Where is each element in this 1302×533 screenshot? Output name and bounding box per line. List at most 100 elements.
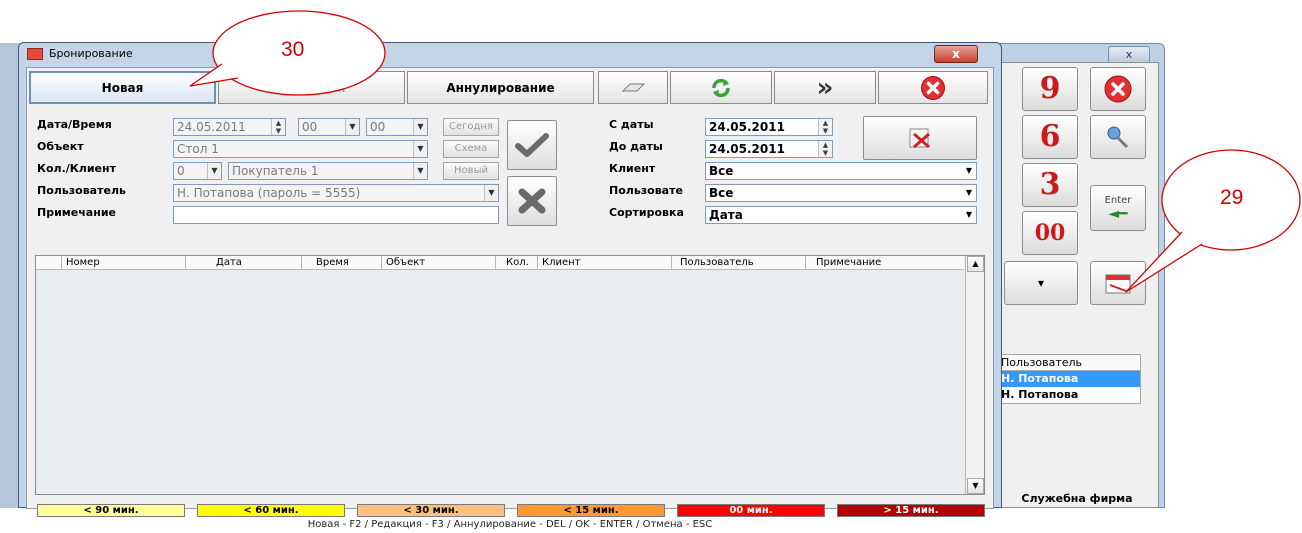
grid-col-user[interactable]: Пользователь xyxy=(672,256,806,270)
grid-col-time[interactable]: Время xyxy=(302,256,382,270)
qty-client-label: Кол./Клиент xyxy=(37,162,116,175)
cross-icon xyxy=(518,188,546,214)
next-button[interactable]: » xyxy=(774,71,876,104)
client-field[interactable]: Покупатель 1 ▼ xyxy=(228,162,428,180)
legend-over-15: > 15 мин. xyxy=(837,504,985,517)
callout-30-bubble xyxy=(189,10,386,96)
grid-col-qty[interactable]: Кол. xyxy=(496,256,538,270)
minute-field[interactable]: 00 ▼ xyxy=(366,118,428,136)
scheme-button[interactable]: Схема xyxy=(443,140,499,158)
filter-client-select[interactable]: Все ▼ xyxy=(705,162,977,180)
note-label: Примечание xyxy=(37,206,116,219)
user-table-row[interactable]: Н. Потапова xyxy=(998,387,1140,403)
keypad-9-label: 9 xyxy=(1039,71,1061,106)
chevron-down-icon[interactable]: ▼ xyxy=(413,141,427,157)
app-icon xyxy=(27,48,43,60)
to-date-field[interactable]: 24.05.2011 ▲ ▼ xyxy=(705,140,833,158)
company-status: Служебна фирма xyxy=(1021,492,1133,505)
to-date-spin[interactable]: ▲ ▼ xyxy=(818,141,832,157)
date-value: 24.05.2011 xyxy=(177,120,246,134)
cancel-button-bg[interactable] xyxy=(1090,67,1146,111)
keypad-3-button[interactable]: 3 xyxy=(1022,163,1078,207)
chevron-down-icon[interactable]: ▼ xyxy=(413,163,427,179)
callout-29-bubble xyxy=(1125,149,1301,293)
hour-field[interactable]: 00 ▼ xyxy=(298,118,360,136)
grid-col-object[interactable]: Объект xyxy=(382,256,496,270)
object-field[interactable]: Стол 1 ▼ xyxy=(173,140,428,158)
grid-col-date[interactable]: Дата xyxy=(186,256,302,270)
checkmark-icon xyxy=(515,133,549,157)
legend-15: < 15 мин. xyxy=(517,504,665,517)
clear-filter-button[interactable] xyxy=(863,116,977,160)
from-date-label: С даты xyxy=(609,118,654,131)
callout-29: 29 xyxy=(1220,186,1244,209)
today-button[interactable]: Сегодня xyxy=(443,118,499,136)
legend-30: < 30 мин. xyxy=(357,504,505,517)
minute-value: 00 xyxy=(370,120,386,134)
keypad-6-button[interactable]: 6 xyxy=(1022,115,1078,159)
eraser-button[interactable] xyxy=(598,71,668,104)
date-spin[interactable]: ▲ ▼ xyxy=(271,119,285,135)
scroll-down-arrow-icon[interactable]: ▼ xyxy=(967,478,984,494)
reservation-dialog: Бронирование x Новая Редакция Аннулирова… xyxy=(18,42,1002,530)
annul-button[interactable]: Аннулирование xyxy=(407,71,594,104)
object-label: Объект xyxy=(37,140,84,153)
user-table-header: Пользователь xyxy=(998,355,1140,371)
chevron-down-icon[interactable]: ▼ xyxy=(484,185,498,201)
filter-user-label: Пользовате xyxy=(609,184,683,197)
grid-header-blank xyxy=(36,256,62,270)
filter-user-value: Все xyxy=(709,186,734,200)
delete-document-icon xyxy=(909,128,930,149)
grid-scrollbar[interactable]: ▲ ▼ xyxy=(965,256,984,494)
chevron-down-icon[interactable]: ▼ xyxy=(962,163,976,179)
qty-value: 0 xyxy=(177,164,185,178)
scroll-up-arrow-icon[interactable]: ▲ xyxy=(967,256,984,272)
dialog-body: Новая Редакция Аннулирование » Дата/Врем… xyxy=(26,67,994,530)
new-client-button[interactable]: Новый xyxy=(443,162,499,180)
keyboard-hint: Новая - F2 / Редакция - F3 / Аннулирован… xyxy=(307,519,713,530)
chevron-down-icon[interactable]: ▼ xyxy=(413,119,427,135)
date-field[interactable]: 24.05.2011 ▲ ▼ xyxy=(173,118,286,136)
sort-select[interactable]: Дата ▼ xyxy=(705,206,977,224)
user-table: Пользователь Н. Потапова Н. Потапова xyxy=(997,354,1141,404)
window-close-button[interactable]: x xyxy=(934,45,978,63)
refresh-button[interactable] xyxy=(670,71,772,104)
sort-label: Сортировка xyxy=(609,206,684,219)
eraser-icon xyxy=(621,83,646,91)
filter-client-value: Все xyxy=(709,164,734,178)
double-chevron-right-icon: » xyxy=(816,72,834,103)
filter-user-select[interactable]: Все ▼ xyxy=(705,184,977,202)
close-circle-icon xyxy=(921,75,945,100)
chevron-down-icon[interactable]: ▼ xyxy=(345,119,359,135)
user-field[interactable]: Н. Потапова (пароль = 5555) ▼ xyxy=(173,184,499,202)
from-date-field[interactable]: 24.05.2011 ▲ ▼ xyxy=(705,118,833,136)
reservations-grid[interactable]: Номер Дата Время Объект Кол. Клиент Поль… xyxy=(35,255,985,495)
chevron-down-icon[interactable]: ▼ xyxy=(962,185,976,201)
chevron-down-icon[interactable]: ▼ xyxy=(962,207,976,223)
keypad-9-button[interactable]: 9 xyxy=(1022,67,1078,111)
grid-col-number[interactable]: Номер xyxy=(62,256,186,270)
qty-field[interactable]: 0 ▼ xyxy=(173,162,222,180)
filter-client-label: Клиент xyxy=(609,162,656,175)
user-label: Пользователь xyxy=(37,184,126,197)
refresh-icon xyxy=(712,78,730,97)
sort-value: Дата xyxy=(709,208,743,222)
close-circle-icon xyxy=(1104,75,1132,103)
window-title: Бронирование xyxy=(49,47,133,60)
object-value: Стол 1 xyxy=(177,142,219,156)
bg-dropdown-button[interactable]: ▾ xyxy=(1004,261,1078,305)
note-input[interactable] xyxy=(173,206,499,224)
grid-col-note[interactable]: Примечание xyxy=(806,256,964,270)
chevron-down-icon[interactable]: ▼ xyxy=(207,163,221,179)
legend-90: < 90 мин. xyxy=(37,504,185,517)
keypad-00-button[interactable]: 00 xyxy=(1022,211,1078,255)
ok-button[interactable] xyxy=(507,120,557,170)
close-dialog-button[interactable] xyxy=(878,71,988,104)
keypad-6-label: 6 xyxy=(1039,119,1061,154)
chevron-down-icon: ▾ xyxy=(1037,276,1045,290)
to-date-label: До даты xyxy=(609,140,663,153)
cancel-button[interactable] xyxy=(507,176,557,226)
grid-col-client[interactable]: Клиент xyxy=(538,256,672,270)
user-table-row[interactable]: Н. Потапова xyxy=(998,371,1140,387)
from-date-spin[interactable]: ▲ ▼ xyxy=(818,119,832,135)
